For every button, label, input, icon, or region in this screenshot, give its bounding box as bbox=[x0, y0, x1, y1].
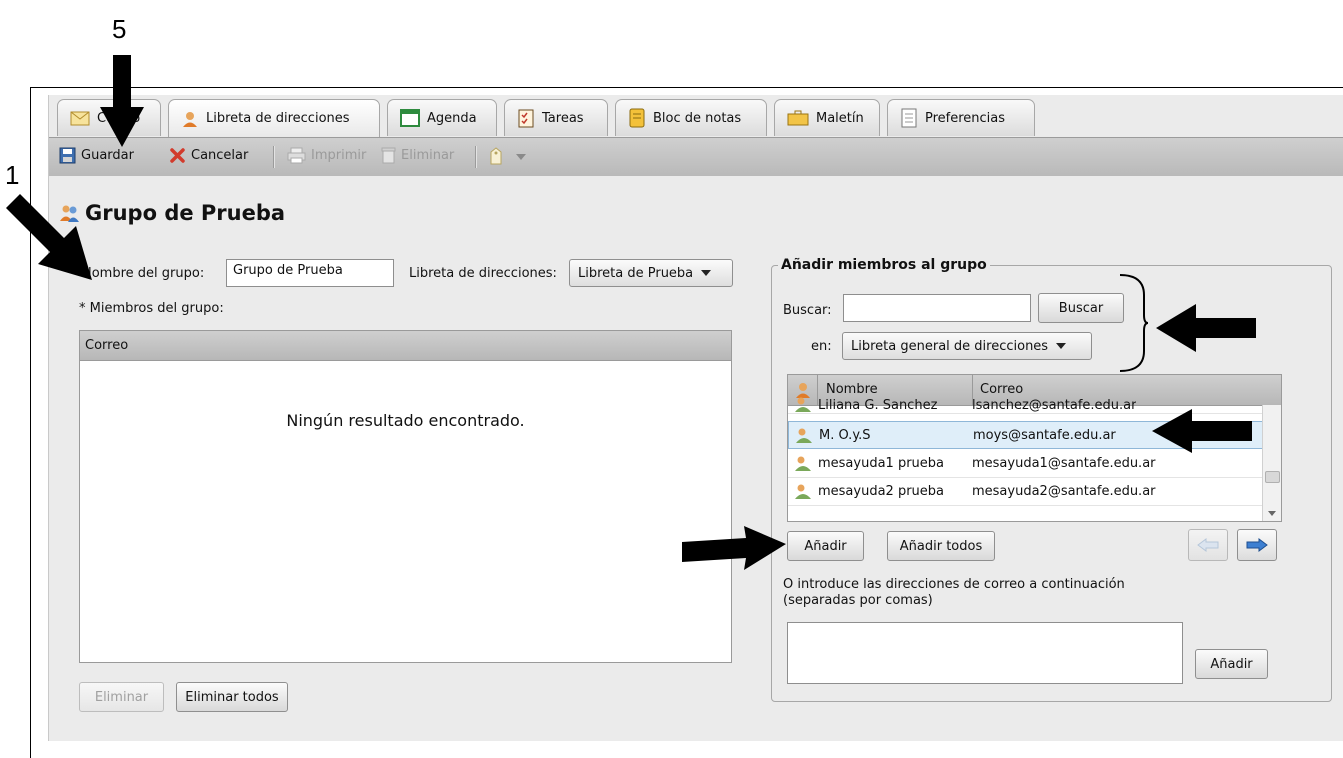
arrow-annotation-3 bbox=[1152, 409, 1252, 453]
delete-member-button[interactable]: Eliminar bbox=[79, 682, 164, 712]
row-mail: lsanchez@santafe.edu.ar bbox=[972, 398, 1137, 413]
scroll-down-icon[interactable] bbox=[1268, 505, 1276, 520]
members-list: Correo Ningún resultado encontrado. bbox=[79, 330, 732, 663]
tab-label: Preferencias bbox=[925, 110, 1006, 126]
contact-icon bbox=[788, 454, 818, 472]
delete-label: Eliminar bbox=[401, 148, 455, 163]
add-all-members-button[interactable]: Añadir todos bbox=[887, 531, 995, 561]
arrow-annotation-2 bbox=[1156, 304, 1256, 352]
arrow-left-icon bbox=[1197, 538, 1219, 552]
chevron-down-icon bbox=[516, 149, 526, 164]
addressbook-select-value: Libreta de Prueba bbox=[578, 265, 694, 281]
scrollbar-thumb[interactable] bbox=[1265, 471, 1280, 483]
row-name: mesayuda2 prueba bbox=[818, 483, 945, 499]
printer-icon bbox=[287, 147, 306, 164]
tab-tareas[interactable]: Tareas bbox=[504, 99, 608, 136]
page-title-text: Grupo de Prueba bbox=[85, 201, 286, 225]
toolbar-separator bbox=[273, 146, 275, 168]
group-editor: Grupo de Prueba Nombre del grupo: Grupo … bbox=[49, 176, 1343, 741]
delete-button[interactable]: Eliminar bbox=[381, 147, 454, 164]
addressbook-label: Libreta de direcciones: bbox=[409, 266, 557, 281]
move-right-button[interactable] bbox=[1237, 529, 1277, 561]
page-title: Grupo de Prueba bbox=[59, 201, 285, 225]
notebook-icon bbox=[629, 108, 645, 128]
row-name: M. O.y.S bbox=[819, 427, 871, 443]
tab-agenda[interactable]: Agenda bbox=[387, 99, 497, 136]
move-left-button[interactable] bbox=[1188, 529, 1228, 561]
print-label: Imprimir bbox=[311, 148, 367, 163]
add-addresses-button[interactable]: Añadir bbox=[1195, 649, 1268, 679]
brace-annotation bbox=[1119, 274, 1148, 372]
members-column-header[interactable]: Correo bbox=[80, 331, 731, 361]
add-members-legend: Añadir miembros al grupo bbox=[781, 257, 987, 273]
group-name-label: Nombre del grupo: bbox=[82, 266, 205, 281]
tab-label: Tareas bbox=[542, 110, 584, 126]
chevron-down-icon bbox=[701, 270, 712, 276]
arrow-annotation-1 bbox=[6, 194, 92, 280]
arrow-annotation-4 bbox=[682, 526, 786, 570]
arrow-right-icon bbox=[1246, 538, 1268, 552]
table-row[interactable]: mesayuda2 prueba mesayuda2@santafe.edu.a… bbox=[788, 477, 1264, 506]
app-window: Correo Libreta de direcciones Agenda Tar… bbox=[48, 95, 1343, 741]
tab-libreta[interactable]: Libreta de direcciones bbox=[168, 99, 380, 137]
save-icon bbox=[59, 147, 76, 164]
empty-state: Ningún resultado encontrado. bbox=[286, 411, 525, 430]
tab-label: Agenda bbox=[427, 110, 477, 126]
toolbar-separator bbox=[475, 146, 477, 168]
callout-1: 1 bbox=[5, 160, 20, 190]
cancel-label: Cancelar bbox=[191, 148, 249, 163]
manual-addresses-textarea[interactable] bbox=[787, 622, 1183, 684]
row-mail: moys@santafe.edu.ar bbox=[973, 427, 1116, 443]
contact-icon bbox=[789, 426, 819, 444]
column-correo: Correo bbox=[85, 338, 129, 353]
tab-label: Bloc de notas bbox=[653, 110, 742, 126]
print-button[interactable]: Imprimir bbox=[287, 147, 366, 164]
results-scrollbar[interactable] bbox=[1262, 405, 1281, 521]
group-name-input[interactable]: Grupo de Prueba bbox=[226, 259, 394, 287]
table-row[interactable]: mesayuda1 prueba mesayuda1@santafe.edu.a… bbox=[788, 449, 1264, 478]
tab-label: Maletín bbox=[816, 110, 864, 126]
toolbar: Guardar Cancelar Imprimir Eliminar bbox=[49, 137, 1343, 177]
mail-icon bbox=[70, 111, 90, 125]
callout-5: 5 bbox=[112, 14, 127, 44]
manual-addresses-note: O introduce las direcciones de correo a … bbox=[783, 577, 1125, 608]
add-member-button[interactable]: Añadir bbox=[787, 531, 864, 561]
search-label: Buscar: bbox=[783, 303, 832, 318]
tab-maletin[interactable]: Maletín bbox=[774, 99, 880, 136]
contact-icon bbox=[788, 395, 818, 413]
cancel-button[interactable]: Cancelar bbox=[169, 147, 248, 164]
contact-icon bbox=[788, 482, 818, 500]
tag-menu-button[interactable] bbox=[489, 147, 526, 165]
preferences-icon bbox=[901, 108, 917, 128]
cancel-icon bbox=[170, 148, 185, 163]
members-label: * Miembros del grupo: bbox=[79, 301, 224, 316]
row-name: mesayuda1 prueba bbox=[818, 455, 945, 471]
chevron-down-icon bbox=[1056, 343, 1067, 349]
search-input[interactable] bbox=[843, 294, 1031, 322]
delete-all-members-button[interactable]: Eliminar todos bbox=[176, 682, 288, 712]
row-name: Liliana G. Sanchez bbox=[818, 398, 938, 413]
tab-preferencias[interactable]: Preferencias bbox=[887, 99, 1035, 136]
tab-label: Libreta de direcciones bbox=[206, 111, 350, 126]
calendar-icon bbox=[400, 109, 420, 127]
arrow-annotation-5 bbox=[100, 55, 144, 147]
search-button[interactable]: Buscar bbox=[1038, 293, 1124, 323]
search-source-select[interactable]: Libreta general de direcciones bbox=[842, 332, 1092, 360]
tab-bar: Correo Libreta de direcciones Agenda Tar… bbox=[49, 95, 1343, 137]
tag-icon bbox=[490, 147, 502, 165]
search-source-value: Libreta general de direcciones bbox=[851, 338, 1049, 354]
search-in-label: en: bbox=[811, 339, 832, 354]
row-mail: mesayuda1@santafe.edu.ar bbox=[972, 455, 1156, 471]
contacts-icon bbox=[183, 111, 197, 127]
tab-bloc-de-notas[interactable]: Bloc de notas bbox=[615, 99, 767, 136]
save-label: Guardar bbox=[81, 148, 134, 163]
briefcase-icon bbox=[787, 110, 809, 126]
trash-icon bbox=[381, 147, 396, 164]
save-button[interactable]: Guardar bbox=[59, 147, 134, 164]
row-mail: mesayuda2@santafe.edu.ar bbox=[972, 483, 1156, 499]
addressbook-select[interactable]: Libreta de Prueba bbox=[569, 259, 733, 287]
tasks-icon bbox=[518, 109, 534, 128]
